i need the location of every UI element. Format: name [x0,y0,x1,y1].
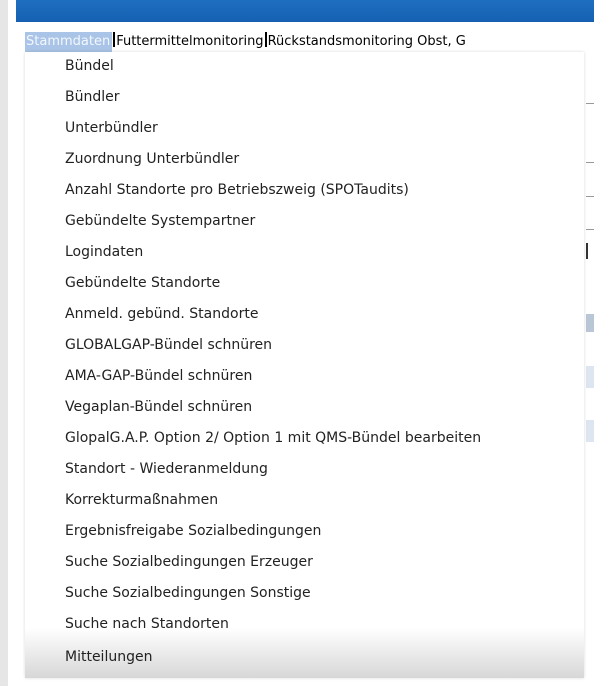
menu-item-zuordnung-unterbuendler[interactable]: Zuordnung Unterbündler [65,149,239,169]
menu-separator [113,32,116,47]
menu-item-suche-nach-standorten[interactable]: Suche nach Standorten [65,614,229,634]
left-rail [0,0,8,686]
menu-item-ama-gap-buendel[interactable]: AMA-GAP-Bündel schnüren [65,366,252,386]
menu-item-standort-wiederanmeldung[interactable]: Standort - Wiederanmeldung [65,459,268,479]
menu-item-vegaplan-buendel[interactable]: Vegaplan-Bündel schnüren [65,397,252,417]
background-field [586,243,594,259]
menu-separator [264,32,267,47]
background-field-line [586,196,594,197]
background-field-line [586,103,594,104]
menu-item-globalgap-option-qms[interactable]: GlopalG.A.P. Option 2/ Option 1 mit QMS-… [65,428,481,448]
stammdaten-dropdown-menu: Bündel Bündler Unterbündler Zuordnung Un… [25,52,584,678]
menu-item-gebuendelte-standorte[interactable]: Gebündelte Standorte [65,273,220,293]
menu-item-korrekturmassnahmen[interactable]: Korrekturmaßnahmen [65,490,218,510]
menu-item-anzahl-standorte[interactable]: Anzahl Standorte pro Betriebszweig (SPOT… [65,180,409,200]
background-table-header [586,314,594,332]
menu-item-mitteilungen[interactable]: Mitteilungen [65,647,152,667]
menu-item-logindaten[interactable]: Logindaten [65,242,143,262]
background-table-row [586,420,594,442]
top-header-bar [16,0,594,22]
menu-item-suche-sozialbedingungen-sonstige[interactable]: Suche Sozialbedingungen Sonstige [65,583,311,603]
menu-stammdaten[interactable]: Stammdaten [25,32,113,52]
menu-item-anmeld-gebuend-standorte[interactable]: Anmeld. gebünd. Standorte [65,304,258,324]
menu-item-buendler[interactable]: Bündler [65,87,120,107]
menu-item-gebuendelte-systempartner[interactable]: Gebündelte Systempartner [65,211,255,231]
menu-item-globalgap-buendel[interactable]: GLOBALGAP-Bündel schnüren [65,335,272,355]
background-field-line [586,229,594,230]
background-field-line [586,162,594,163]
menu-rueckstandsmonitoring[interactable]: Rückstandsmonitoring Obst, G [268,32,466,52]
menu-futtermittelmonitoring[interactable]: Futtermittelmonitoring [116,32,263,52]
menu-item-ergebnisfreigabe-sozialbedingungen[interactable]: Ergebnisfreigabe Sozialbedingungen [65,521,321,541]
menu-item-suche-sozialbedingungen-erzeuger[interactable]: Suche Sozialbedingungen Erzeuger [65,552,313,572]
main-menu-bar: Stammdaten Futtermittelmonitoring Rückstan… [25,32,594,52]
menu-item-buendel[interactable]: Bündel [65,56,114,76]
background-table-row [586,366,594,388]
menu-item-unterbuendler[interactable]: Unterbündler [65,118,158,138]
